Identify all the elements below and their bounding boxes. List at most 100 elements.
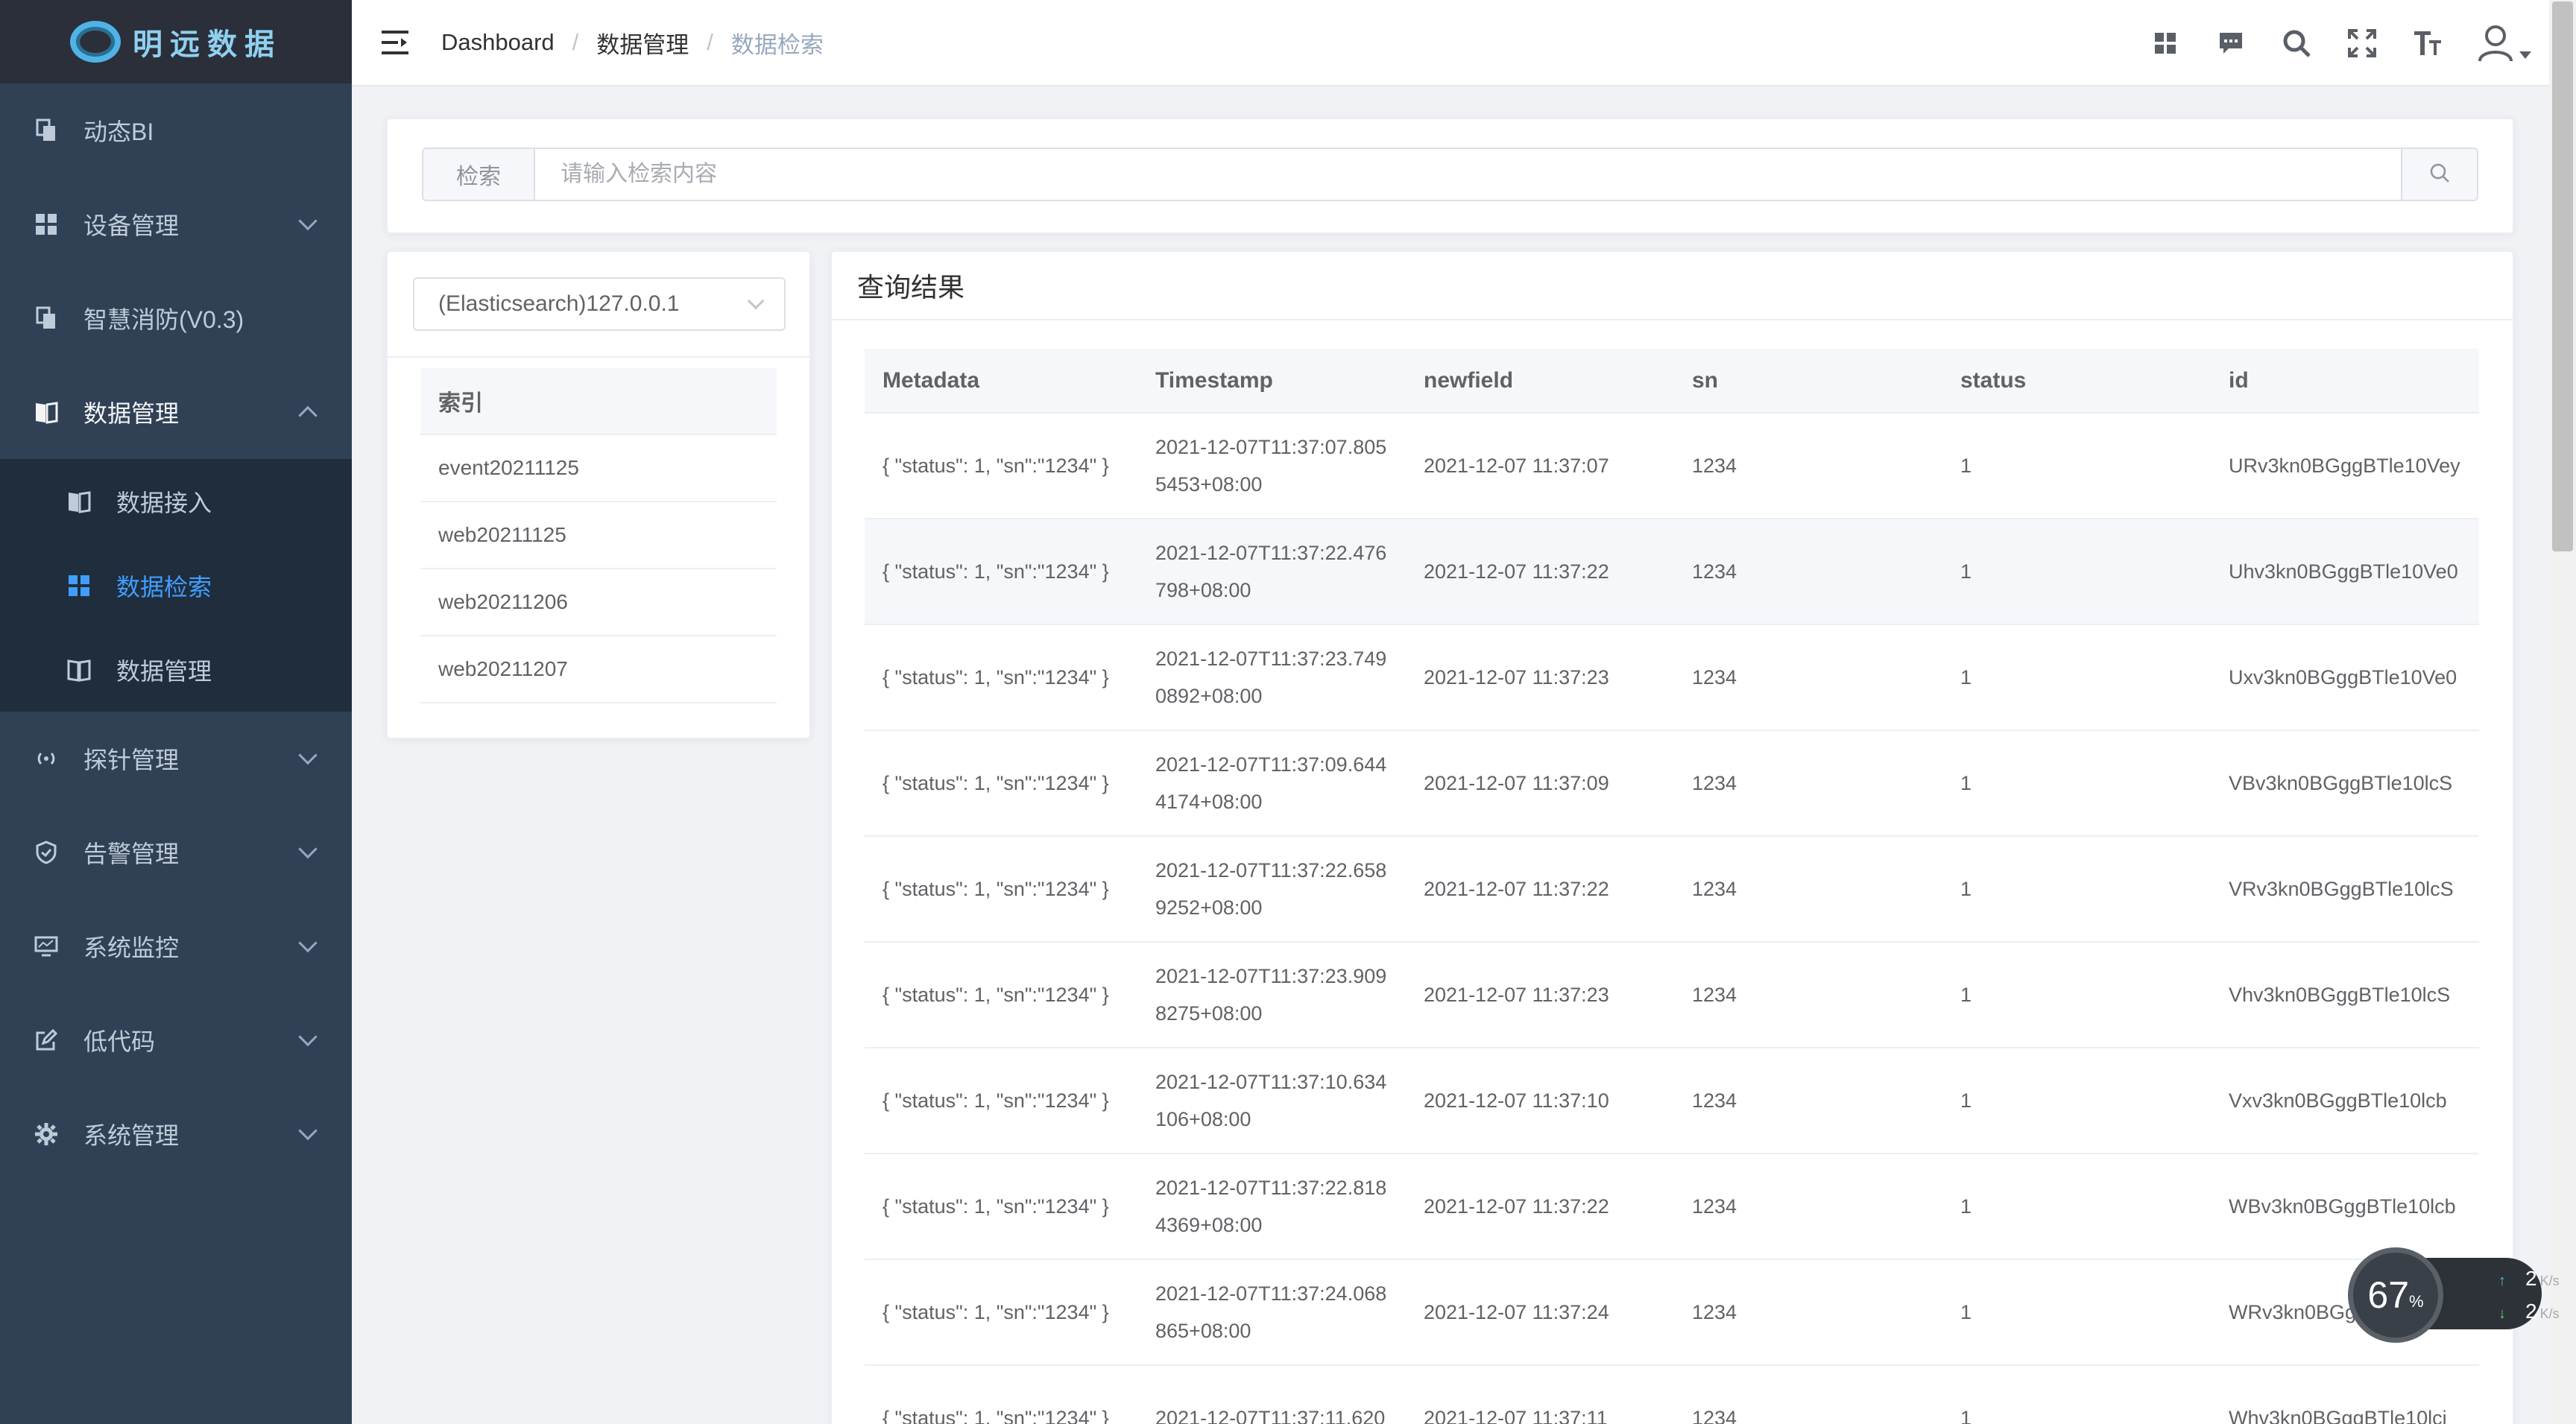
scrollbar-thumb[interactable] [2552, 1, 2573, 551]
cell-id: Whv3kn0BGggBTle10lci [2211, 1365, 2479, 1424]
sidebar-item-system-monitor[interactable]: 系统监控 [0, 899, 352, 993]
sidebar-item-dynamic-bi[interactable]: 动态BI [0, 83, 352, 177]
cell-id: Uxv3kn0BGggBTle10Ve0 [2211, 624, 2479, 731]
percent-sign: % [2409, 1292, 2424, 1311]
network-speed-widget[interactable]: ↑ 2 K/s ↓ 2 K/s 67 % [2348, 1247, 2560, 1343]
breadcrumb-item-dashboard[interactable]: Dashboard [441, 29, 555, 56]
table-row[interactable]: { "status": 1, "sn":"1234" } 2021-12-07T… [865, 1048, 2479, 1154]
breadcrumb-separator: / [572, 29, 579, 55]
user-avatar-icon[interactable] [2476, 24, 2515, 63]
sidebar-subitem-data-access[interactable]: 数据接入 [0, 459, 352, 543]
arrow-up-icon: ↑ [2498, 1273, 2506, 1289]
chevron-up-icon [298, 405, 318, 425]
cell-newfield: 2021-12-07 11:37:07 [1406, 413, 1674, 519]
cell-newfield: 2021-12-07 11:37:23 [1406, 942, 1674, 1048]
book-icon [31, 397, 61, 427]
monitor-icon [31, 931, 61, 961]
sidebar-subitem-data-admin[interactable]: 数据管理 [0, 627, 352, 712]
user-menu[interactable] [2476, 24, 2531, 63]
search-icon [2429, 162, 2450, 187]
index-row[interactable]: web20211207 [420, 636, 777, 703]
index-row[interactable]: event20211125 [420, 435, 777, 502]
upload-speed: ↑ 2 K/s [2498, 1267, 2560, 1291]
search-card: 检索 [386, 118, 2514, 234]
sidebar-subitem-data-search[interactable]: 数据检索 [0, 543, 352, 627]
table-row[interactable]: { "status": 1, "sn":"1234" } 2021-12-07T… [865, 942, 2479, 1048]
logo[interactable]: 明远数据 [0, 0, 352, 83]
sidebar-item-low-code[interactable]: 低代码 [0, 993, 352, 1087]
column-header-id[interactable]: id [2211, 349, 2479, 414]
breadcrumb-item-data-management[interactable]: 数据管理 [596, 26, 689, 60]
cell-status: 1 [1942, 1154, 2211, 1260]
hamburger-icon[interactable] [379, 26, 411, 59]
fullscreen-icon[interactable] [2345, 26, 2379, 60]
index-row[interactable]: web20211125 [420, 502, 777, 569]
column-header-newfield[interactable]: newfield [1406, 349, 1674, 414]
results-panel: 查询结果 Metadata Timestamp newfield sn stat… [830, 250, 2514, 1424]
cell-sn: 1234 [1674, 942, 1942, 1048]
index-row[interactable]: web20211206 [420, 569, 777, 636]
column-header-timestamp[interactable]: Timestamp [1137, 349, 1406, 414]
table-row[interactable]: { "status": 1, "sn":"1234" } 2021-12-07T… [865, 624, 2479, 731]
chevron-down-icon [747, 292, 765, 310]
navbar-actions [2148, 0, 2531, 86]
download-speed-value: 2 [2525, 1300, 2537, 1323]
upload-speed-value: 2 [2525, 1267, 2537, 1290]
breadcrumb-separator: / [707, 29, 713, 55]
cell-status: 1 [1942, 1365, 2211, 1424]
cell-newfield: 2021-12-07 11:37:22 [1406, 836, 1674, 943]
breadcrumb: Dashboard / 数据管理 / 数据检索 [441, 26, 824, 60]
table-row[interactable]: { "status": 1, "sn":"1234" } 2021-12-07T… [865, 836, 2479, 943]
sidebar-item-system-management[interactable]: 系统管理 [0, 1087, 352, 1181]
search-icon[interactable] [2279, 26, 2314, 60]
cell-metadata: { "status": 1, "sn":"1234" } [865, 413, 1137, 519]
page-scrollbar[interactable] [2549, 0, 2576, 1424]
table-row[interactable]: { "status": 1, "sn":"1234" } 2021-12-07T… [865, 519, 2479, 625]
sidebar-item-label: 数据管理 [83, 400, 180, 427]
cell-id: URv3kn0BGggBTle10Vey [2211, 413, 2479, 519]
sidebar-item-device-management[interactable]: 设备管理 [0, 177, 352, 271]
chevron-down-icon [298, 839, 318, 859]
cell-timestamp: 2021-12-07T11:37:09.6444174+08:00 [1137, 730, 1406, 837]
datasource-select[interactable]: (Elasticsearch)127.0.0.1 [413, 277, 786, 331]
cell-id: WBv3kn0BGggBTle10lcb [2211, 1154, 2479, 1260]
radio-icon [31, 744, 61, 773]
cell-newfield: 2021-12-07 11:37:22 [1406, 519, 1674, 625]
sidebar-item-probe-management[interactable]: 探针管理 [0, 712, 352, 806]
logo-text: 明远数据 [133, 28, 282, 61]
apps-grid-icon[interactable] [2148, 26, 2182, 60]
cell-status: 1 [1942, 413, 2211, 519]
index-table-header: 索引 [420, 368, 777, 435]
cell-newfield: 2021-12-07 11:37:24 [1406, 1259, 1674, 1366]
cell-newfield: 2021-12-07 11:37:11 [1406, 1365, 1674, 1424]
search-input-group: 检索 [422, 148, 2478, 201]
submenu-data-management: 数据接入 数据检索 数据管理 [0, 459, 352, 712]
cell-metadata: { "status": 1, "sn":"1234" } [865, 1154, 1137, 1260]
logo-mark-icon [70, 21, 121, 63]
column-header-sn[interactable]: sn [1674, 349, 1942, 414]
sidebar-item-smart-fire[interactable]: 智慧消防(V0.3) [0, 271, 352, 365]
sidebar-item-alarm-management[interactable]: 告警管理 [0, 806, 352, 899]
table-row[interactable]: { "status": 1, "sn":"1234" } 2021-12-07T… [865, 730, 2479, 837]
table-row[interactable]: { "status": 1, "sn":"1234" } 2021-12-07T… [865, 1259, 2479, 1366]
column-header-status[interactable]: status [1942, 349, 2211, 414]
cell-newfield: 2021-12-07 11:37:22 [1406, 1154, 1674, 1260]
font-size-icon[interactable] [2411, 26, 2445, 60]
sidebar-item-data-management[interactable]: 数据管理 [0, 365, 352, 459]
search-submit-button[interactable] [2401, 149, 2477, 200]
cell-timestamp: 2021-12-07T11:37:23.9098275+08:00 [1137, 942, 1406, 1048]
search-input[interactable] [535, 149, 2401, 200]
column-header-metadata[interactable]: Metadata [865, 349, 1137, 414]
table-row[interactable]: { "status": 1, "sn":"1234" } 2021-12-07T… [865, 413, 2479, 519]
cell-id: VBv3kn0BGggBTle10lcS [2211, 730, 2479, 837]
memory-usage-gauge: 67 % [2348, 1247, 2443, 1343]
cell-id: VRv3kn0BGggBTle10lcS [2211, 836, 2479, 943]
table-row[interactable]: { "status": 1, "sn":"1234" } 2021-12-07T… [865, 1365, 2479, 1424]
cell-sn: 1234 [1674, 836, 1942, 943]
sidebar-item-label: 系统监控 [83, 934, 180, 961]
message-icon[interactable] [2214, 26, 2248, 60]
table-row[interactable]: { "status": 1, "sn":"1234" } 2021-12-07T… [865, 1154, 2479, 1260]
sidebar-item-label: 告警管理 [83, 841, 180, 867]
cell-metadata: { "status": 1, "sn":"1234" } [865, 836, 1137, 943]
sidebar-subitem-label: 数据接入 [116, 489, 212, 516]
